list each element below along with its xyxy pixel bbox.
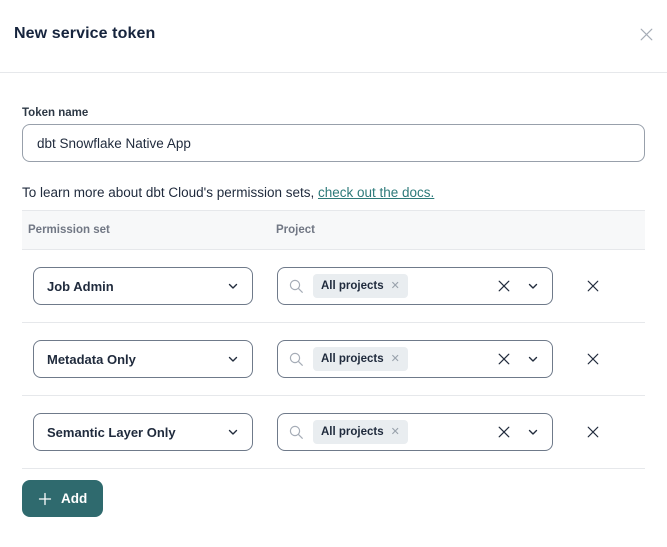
add-button-label: Add [61,491,87,506]
permission-set-value: Metadata Only [47,352,136,367]
row-actions-cell [560,350,645,368]
permission-set-select[interactable]: Job Admin [33,267,253,305]
clear-selection-button[interactable] [496,351,512,367]
tag-remove-icon[interactable]: ✕ [391,281,400,292]
remove-row-button[interactable] [584,423,602,441]
project-tag-label: All projects [321,280,384,292]
clear-icon [496,424,512,440]
chevron-down-icon [527,280,539,292]
project-cell: All projects ✕ [270,340,560,378]
multiselect-dropdown-toggle[interactable] [527,426,539,438]
permission-set-cell: Job Admin [22,267,270,305]
permission-info-line: To learn more about dbt Cloud's permissi… [22,185,645,201]
permission-row: Semantic Layer Only All projects ✕ [22,396,645,469]
add-row-button[interactable]: Add [22,480,103,517]
close-icon [638,26,655,43]
permission-row: Metadata Only All projects ✕ [22,323,645,396]
project-tag-label: All projects [321,353,384,365]
docs-link[interactable]: check out the docs. [318,185,434,200]
close-button[interactable] [636,24,656,44]
permission-table: Permission set Project Job Admin [22,210,645,469]
project-tag: All projects ✕ [313,347,408,371]
remove-row-icon [585,278,601,294]
table-header-row: Permission set Project [22,210,645,250]
clear-icon [496,278,512,294]
permission-info-text: To learn more about dbt Cloud's permissi… [22,185,318,200]
column-header-project: Project [270,224,560,236]
project-multiselect[interactable]: All projects ✕ [277,267,553,305]
modal-body: Token name To learn more about dbt Cloud… [0,107,667,517]
project-multiselect[interactable]: All projects ✕ [277,413,553,451]
remove-row-icon [585,424,601,440]
permission-row: Job Admin All projects ✕ [22,250,645,323]
chevron-down-icon [527,426,539,438]
search-icon [288,424,305,441]
project-tag: All projects ✕ [313,420,408,444]
project-cell: All projects ✕ [270,413,560,451]
chevron-down-icon [527,353,539,365]
permission-set-value: Job Admin [47,279,114,294]
modal-header: New service token [0,0,667,73]
permission-set-cell: Metadata Only [22,340,270,378]
modal-title: New service token [14,25,653,43]
remove-row-button[interactable] [584,277,602,295]
chevron-down-icon [227,353,239,365]
row-actions-cell [560,277,645,295]
token-name-input[interactable] [22,124,645,162]
project-multiselect[interactable]: All projects ✕ [277,340,553,378]
chevron-down-icon [227,426,239,438]
multiselect-dropdown-toggle[interactable] [527,280,539,292]
project-tag: All projects ✕ [313,274,408,298]
permission-set-value: Semantic Layer Only [47,425,176,440]
permission-set-select[interactable]: Semantic Layer Only [33,413,253,451]
project-cell: All projects ✕ [270,267,560,305]
search-icon [288,351,305,368]
row-actions-cell [560,423,645,441]
new-service-token-modal: New service token Token name To learn mo… [0,0,667,547]
token-name-label: Token name [22,107,645,119]
search-icon [288,278,305,295]
multiselect-dropdown-toggle[interactable] [527,353,539,365]
chevron-down-icon [227,280,239,292]
permission-set-cell: Semantic Layer Only [22,413,270,451]
clear-selection-button[interactable] [496,278,512,294]
project-tag-label: All projects [321,426,384,438]
plus-icon [38,492,52,506]
clear-selection-button[interactable] [496,424,512,440]
tag-remove-icon[interactable]: ✕ [391,427,400,438]
tag-remove-icon[interactable]: ✕ [391,354,400,365]
column-header-permission-set: Permission set [22,224,270,236]
clear-icon [496,351,512,367]
remove-row-icon [585,351,601,367]
remove-row-button[interactable] [584,350,602,368]
permission-set-select[interactable]: Metadata Only [33,340,253,378]
